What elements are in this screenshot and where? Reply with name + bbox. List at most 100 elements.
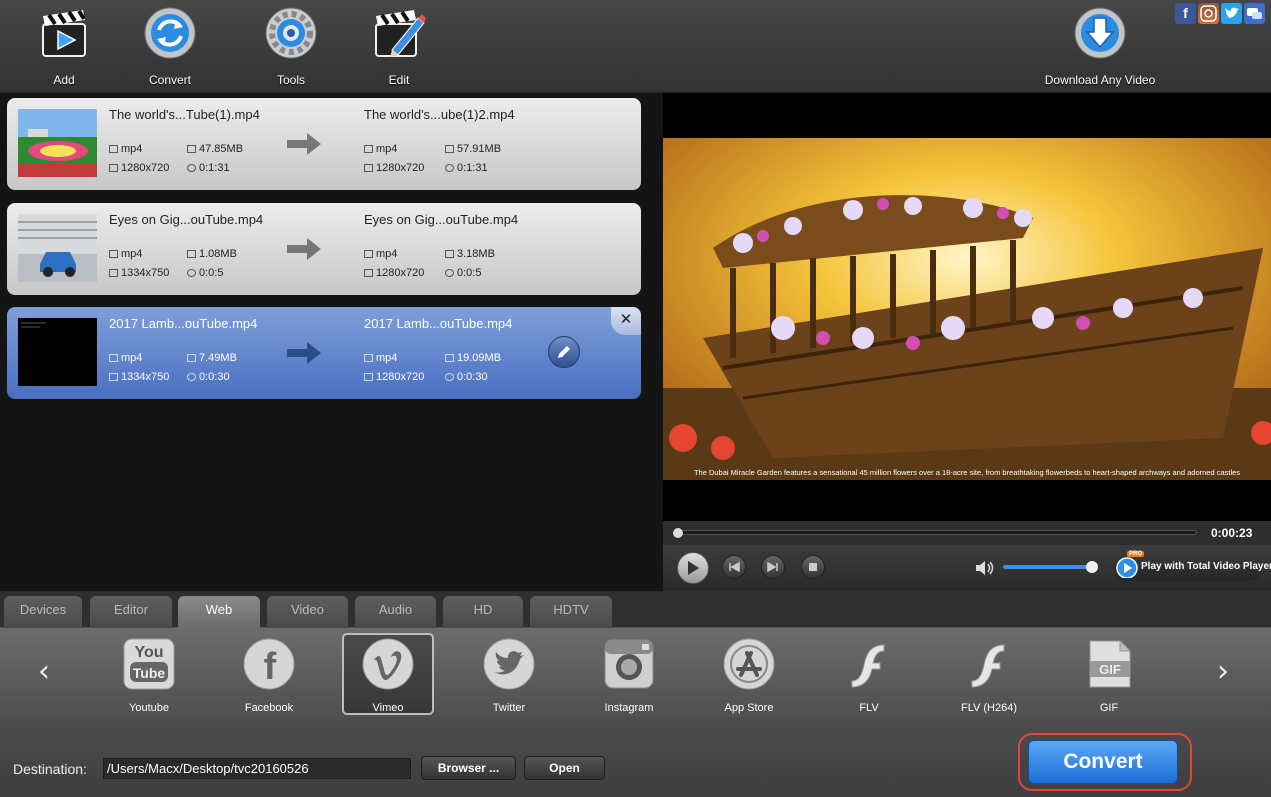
source-format: mp4 xyxy=(109,352,142,364)
pencil-icon xyxy=(558,346,570,358)
flash-icon xyxy=(971,644,1005,688)
scroll-right-button[interactable]: › xyxy=(1210,656,1236,688)
profile-app-store[interactable]: App Store xyxy=(703,634,795,714)
messenger-icon[interactable] xyxy=(1244,3,1265,24)
profile-label: GIF xyxy=(1099,702,1119,714)
profile-label: Twitter xyxy=(492,702,526,714)
download-size-icon xyxy=(445,354,454,362)
source-format: mp4 xyxy=(109,248,142,260)
twitter-icon[interactable] xyxy=(1221,3,1242,24)
arrow-right-icon xyxy=(287,238,321,260)
play-with-total-video-player-button[interactable]: PRO Play with Total Video Player xyxy=(1113,551,1271,581)
tools-button[interactable]: Tools xyxy=(246,6,336,87)
output-format: mp4 xyxy=(364,352,397,364)
arrow-right-icon xyxy=(287,133,321,155)
close-icon: ✕ xyxy=(619,311,633,328)
chevron-left-icon: ‹ xyxy=(38,654,50,689)
tab-hdtv[interactable]: HDTV xyxy=(530,596,612,628)
output-file-name: Eyes on Gig...ouTube.mp4 xyxy=(364,212,519,227)
previous-button[interactable] xyxy=(722,555,746,579)
profile-label: Vimeo xyxy=(372,702,404,714)
vimeo-icon xyxy=(362,638,414,690)
tab-editor[interactable]: Editor xyxy=(90,596,172,628)
add-button[interactable]: Add xyxy=(19,6,109,87)
browse-button[interactable]: Browser ... xyxy=(421,756,516,780)
profile-label: FLV xyxy=(859,702,879,714)
profile-facebook[interactable]: f Facebook xyxy=(223,634,315,714)
clock-icon xyxy=(187,373,196,381)
instagram-icon[interactable] xyxy=(1198,3,1219,24)
gear-icon xyxy=(265,7,317,59)
output-file-name: The world's...ube(1)2.mp4 xyxy=(364,107,515,122)
seek-track[interactable] xyxy=(675,530,1197,535)
svg-text:Tube: Tube xyxy=(133,665,166,681)
profile-flv[interactable]: FLV xyxy=(823,634,915,714)
profile-vimeo[interactable]: Vimeo xyxy=(342,633,434,715)
file-list: The world's...Tube(1).mp4 mp4 47.85MB 12… xyxy=(0,93,663,591)
output-duration: 0:1:31 xyxy=(445,162,488,174)
tools-label: Tools xyxy=(276,73,305,87)
output-resolution: 1280x720 xyxy=(364,371,424,383)
tab-web[interactable]: Web xyxy=(178,596,260,628)
current-time: 0:00:23 xyxy=(1211,526,1253,540)
profile-flv-h264[interactable]: FLV (H264) xyxy=(943,634,1035,714)
app-store-icon xyxy=(723,638,775,690)
tab-audio[interactable]: Audio xyxy=(355,596,436,628)
source-resolution: 1334x750 xyxy=(109,371,169,383)
download-any-video-button[interactable]: Download Any Video xyxy=(1040,6,1160,87)
playback-controls: PRO Play with Total Video Player xyxy=(663,545,1271,591)
open-button[interactable]: Open xyxy=(524,756,605,780)
profile-youtube[interactable]: You Tube Youtube xyxy=(103,634,195,714)
profile-instagram[interactable]: Instagram xyxy=(583,634,675,714)
download-size-icon xyxy=(187,145,196,153)
clock-icon xyxy=(445,164,454,172)
monitor-icon xyxy=(109,164,118,172)
monitor-icon xyxy=(364,164,373,172)
tab-hd[interactable]: HD xyxy=(443,596,523,628)
output-file-name: 2017 Lamb...ouTube.mp4 xyxy=(364,316,513,331)
video-thumbnail xyxy=(18,109,97,177)
tab-video[interactable]: Video xyxy=(267,596,348,628)
stop-button[interactable] xyxy=(801,555,825,579)
volume-icon[interactable] xyxy=(975,560,995,576)
profile-label: Youtube xyxy=(129,702,169,714)
edit-toolbar-label: Edit xyxy=(388,73,410,87)
destination-path-input[interactable] xyxy=(103,758,411,779)
tab-devices[interactable]: Devices xyxy=(4,596,82,628)
output-size: 19.09MB xyxy=(445,352,501,364)
app-window: Add Convert Tools Edit Download Any Vide… xyxy=(0,0,1271,797)
download-size-icon xyxy=(187,354,196,362)
scroll-left-button[interactable]: ‹ xyxy=(31,656,57,688)
instagram-icon xyxy=(604,639,654,689)
download-size-icon xyxy=(445,145,454,153)
profile-gif[interactable]: GIF GIF xyxy=(1063,634,1155,714)
remove-item-button[interactable]: ✕ xyxy=(611,307,641,335)
skip-forward-icon xyxy=(767,561,778,573)
output-duration: 0:0:5 xyxy=(445,267,481,279)
output-size: 3.18MB xyxy=(445,248,495,260)
play-icon xyxy=(688,561,699,575)
profile-twitter[interactable]: Twitter xyxy=(463,634,555,714)
facebook-icon: f xyxy=(243,638,295,690)
output-profiles: ‹ You Tube Youtube f Facebook Vimeo Twit… xyxy=(0,628,1271,718)
output-duration: 0:0:30 xyxy=(445,371,488,383)
file-list-item-selected[interactable]: 2017 Lamb...ouTube.mp4 mp4 7.49MB 1334x7… xyxy=(7,307,641,399)
youtube-icon: You Tube xyxy=(123,638,175,690)
seek-handle[interactable] xyxy=(673,528,683,538)
file-list-item[interactable]: Eyes on Gig...ouTube.mp4 mp4 1.08MB 1334… xyxy=(7,203,641,295)
player-app-icon xyxy=(1116,557,1138,578)
convert-button[interactable]: Convert xyxy=(1028,740,1178,784)
source-resolution: 1280x720 xyxy=(109,162,169,174)
volume-handle[interactable] xyxy=(1086,561,1099,573)
facebook-icon[interactable]: f xyxy=(1175,3,1196,24)
convert-toolbar-button[interactable]: Convert xyxy=(125,6,215,87)
source-resolution: 1334x750 xyxy=(109,267,169,279)
skip-back-icon xyxy=(729,561,740,573)
edit-item-button[interactable] xyxy=(548,336,580,368)
video-preview: The Dubai Miracle Garden features a sens… xyxy=(663,93,1271,591)
edit-toolbar-button[interactable]: Edit xyxy=(354,6,444,87)
next-button[interactable] xyxy=(761,555,785,579)
play-button[interactable] xyxy=(677,552,709,584)
file-list-item[interactable]: The world's...Tube(1).mp4 mp4 47.85MB 12… xyxy=(7,98,641,190)
download-size-icon xyxy=(445,250,454,258)
